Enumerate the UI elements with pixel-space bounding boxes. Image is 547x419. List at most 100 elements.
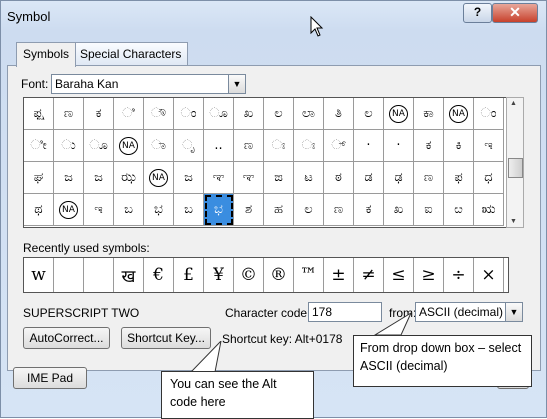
symbol-cell[interactable]: ಞ — [204, 162, 234, 194]
recent-symbol-cell[interactable]: © — [234, 258, 264, 292]
autocorrect-button[interactable]: AutoCorrect... — [23, 327, 110, 349]
recent-symbol-cell[interactable]: × — [474, 258, 504, 292]
symbol-glyph: NA — [389, 104, 408, 123]
symbol-cell[interactable]: ಃ — [264, 130, 294, 162]
symbol-cell[interactable]: ಣ — [324, 194, 354, 226]
scroll-up-icon[interactable]: ▲ — [510, 100, 517, 107]
close-button[interactable]: ✕ — [492, 3, 538, 23]
recent-symbol-cell[interactable]: ≠ — [354, 258, 384, 292]
recent-symbol-cell[interactable]: ≥ — [414, 258, 444, 292]
tab-special-characters[interactable]: Special Characters — [73, 42, 189, 65]
symbol-cell[interactable]: ಫ್ಷ — [24, 98, 54, 130]
symbol-cell[interactable]: ಲ — [264, 98, 294, 130]
symbol-grid-scrollbar[interactable]: ▲ ▼ — [506, 97, 524, 228]
symbol-cell[interactable]: ೂ — [84, 130, 114, 162]
recent-symbol-cell[interactable]: w — [24, 258, 54, 292]
from-value: ASCII (decimal) — [419, 305, 504, 319]
symbol-cell[interactable]: ಲಾ — [294, 98, 324, 130]
recent-symbol-cell[interactable]: ≤ — [384, 258, 414, 292]
recent-symbol-cell[interactable]: € — [144, 258, 174, 292]
scroll-down-icon[interactable]: ▼ — [510, 218, 517, 225]
symbol-cell[interactable]: ಇ — [474, 130, 504, 162]
symbol-cell[interactable]: ಕ — [354, 194, 384, 226]
recent-symbol-cell[interactable]: £ — [174, 258, 204, 292]
tab-symbols[interactable]: Symbols — [16, 42, 77, 67]
chevron-down-icon[interactable]: ▼ — [505, 303, 522, 321]
symbol-cell[interactable]: ಞ — [234, 162, 264, 194]
symbol-cell[interactable]: ಲ — [354, 98, 384, 130]
symbol-cell[interactable]: .. — [204, 130, 234, 162]
from-select[interactable]: ASCII (decimal) ▼ — [415, 302, 523, 322]
symbol-cell[interactable]: ಣ — [54, 98, 84, 130]
recent-symbol-cell[interactable]: ® — [264, 258, 294, 292]
symbol-cell[interactable]: ಭ — [144, 194, 174, 226]
symbol-cell[interactable]: ಲ — [294, 194, 324, 226]
symbol-cell[interactable]: ಕ — [84, 98, 114, 130]
symbol-cell[interactable]: ಧ — [474, 162, 504, 194]
symbol-cell[interactable]: ಂ — [474, 98, 504, 130]
symbol-cell[interactable]: ಶ — [234, 194, 264, 226]
symbol-cell[interactable]: ಕ — [414, 130, 444, 162]
symbol-cell[interactable]: ೀ — [24, 130, 54, 162]
mouse-cursor-icon — [310, 16, 324, 37]
symbol-cell[interactable]: ಜ — [174, 162, 204, 194]
symbol-cell[interactable]: ೂ — [204, 98, 234, 130]
recent-symbols-row: w ख € £ ¥ © ® ™ ± ≠ ≤ ≥ ÷ × — [23, 257, 509, 293]
recent-symbol-cell[interactable]: ÷ — [444, 258, 474, 292]
symbol-cell[interactable]: · — [384, 130, 414, 162]
symbol-cell[interactable]: ಃ — [294, 130, 324, 162]
symbol-cell[interactable]: ಜ — [84, 162, 114, 194]
symbol-cell[interactable]: ಣ — [414, 162, 444, 194]
help-button[interactable]: ? — [463, 3, 492, 23]
symbol-cell[interactable]: ಾ — [144, 130, 174, 162]
symbol-cell[interactable]: · — [354, 130, 384, 162]
symbol-cell[interactable]: ಿ — [114, 98, 144, 130]
recent-symbol-cell[interactable]: ¥ — [204, 258, 234, 292]
symbol-cell[interactable]: ಝ — [114, 162, 144, 194]
symbol-cell[interactable]: ೃ — [174, 130, 204, 162]
symbol-cell[interactable]: ಣ — [234, 130, 264, 162]
symbol-cell[interactable]: ಟ — [294, 162, 324, 194]
symbol-cell[interactable]: ಢ — [384, 162, 414, 194]
symbol-cell[interactable]: NA — [114, 130, 144, 162]
scrollbar-thumb[interactable] — [508, 158, 523, 178]
symbol-cell[interactable]: NA — [444, 98, 474, 130]
symbol-cell[interactable]: ು — [54, 130, 84, 162]
symbol-cell[interactable]: NA — [384, 98, 414, 130]
symbol-cell[interactable]: ಕಾ — [414, 98, 444, 130]
symbol-cell[interactable]: ತಿ — [324, 98, 354, 130]
symbol-cell[interactable]: ್ — [324, 130, 354, 162]
recent-symbol-cell[interactable] — [54, 258, 84, 292]
ime-pad-button[interactable]: IME Pad — [13, 367, 87, 389]
symbol-cell[interactable]: ಇ — [84, 194, 114, 226]
symbol-cell[interactable]: ಐ — [414, 194, 444, 226]
symbol-cell[interactable]: ಡ — [354, 162, 384, 194]
symbol-cell[interactable]: ೞ — [444, 194, 474, 226]
recent-symbols-label: Recently used symbols: — [23, 241, 150, 255]
symbol-cell[interactable]: ಖ — [384, 194, 414, 226]
symbol-cell[interactable]: ಬ — [174, 194, 204, 226]
recent-symbol-cell[interactable]: ख — [114, 258, 144, 292]
symbol-cell[interactable]: ಕಿ — [444, 130, 474, 162]
symbol-cell[interactable]: ಙ — [264, 162, 294, 194]
font-select[interactable]: Baraha Kan ▼ — [51, 74, 246, 94]
symbol-cell[interactable]: ಥ — [24, 194, 54, 226]
symbol-cell[interactable]: ಖ — [234, 98, 264, 130]
symbol-cell[interactable]: ಋ — [474, 194, 504, 226]
symbol-cell[interactable]: NA — [144, 162, 174, 194]
symbol-cell[interactable]: ಹ — [264, 194, 294, 226]
symbol-cell[interactable]: NA — [54, 194, 84, 226]
recent-symbol-cell[interactable]: ± — [324, 258, 354, 292]
symbol-cell[interactable]: ಜ — [54, 162, 84, 194]
symbol-cell[interactable]: ಬ — [114, 194, 144, 226]
symbol-cell[interactable]: ಫ — [444, 162, 474, 194]
callout-alt-code: You can see the Alt code here — [161, 371, 314, 419]
recent-symbol-cell[interactable] — [84, 258, 114, 292]
symbol-cell[interactable]: ಠ — [324, 162, 354, 194]
symbol-cell[interactable]: ೌ — [144, 98, 174, 130]
recent-symbol-cell[interactable]: ™ — [294, 258, 324, 292]
symbol-cell[interactable]: ಂ — [174, 98, 204, 130]
symbol-cell[interactable]: ಘ — [24, 162, 54, 194]
symbol-cell[interactable]: ಭ — [204, 194, 234, 226]
chevron-down-icon[interactable]: ▼ — [228, 75, 245, 93]
